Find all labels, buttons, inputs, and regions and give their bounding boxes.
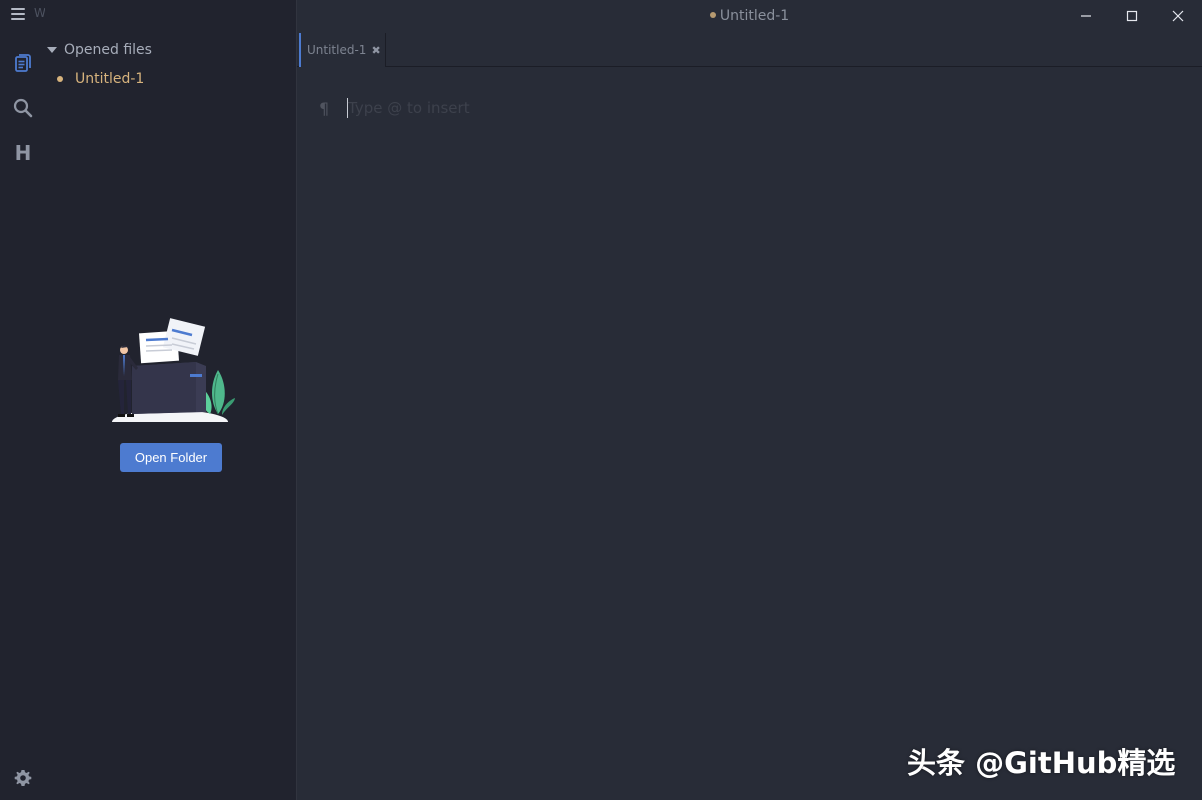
maximize-icon[interactable] — [1121, 5, 1143, 27]
opened-file-item[interactable]: Untitled-1 — [57, 69, 144, 89]
open-folder-button[interactable]: Open Folder — [120, 443, 222, 472]
editor-placeholder: Type @ to insert — [348, 99, 470, 117]
sidebar: Opened files Untitled-1 Open Folder — [45, 0, 297, 800]
opened-files-header[interactable]: Opened files — [47, 40, 152, 60]
watermark: 头条 @GitHub精选 — [907, 746, 1176, 780]
unsaved-dot — [57, 76, 63, 82]
settings-icon[interactable] — [13, 768, 33, 788]
window-title-text: Untitled-1 — [719, 8, 790, 24]
paragraph-mark-icon[interactable]: ¶ — [319, 99, 329, 118]
close-icon[interactable] — [1167, 5, 1189, 27]
empty-folder-illustration — [110, 318, 235, 434]
tab-close-icon[interactable]: ✖ — [371, 45, 380, 56]
collapse-triangle-icon — [47, 47, 57, 53]
editor-area[interactable]: ¶ Type @ to insert — [298, 68, 1202, 800]
tab-label: Untitled-1 — [307, 43, 367, 57]
opened-files-label: Opened files — [64, 42, 152, 58]
files-icon[interactable] — [12, 52, 34, 74]
search-icon[interactable] — [12, 97, 34, 119]
tab-bar: Untitled-1 ✖ — [297, 33, 1202, 67]
tab-untitled-1[interactable]: Untitled-1 ✖ — [299, 33, 386, 67]
toc-icon[interactable]: H — [12, 142, 34, 164]
menu-icon[interactable] — [11, 8, 25, 20]
opened-file-name: Untitled-1 — [75, 71, 145, 87]
window-title: Untitled-1 — [297, 8, 1202, 24]
minimize-icon[interactable] — [1075, 5, 1097, 27]
activity-bar: W 0 H — [0, 0, 57, 800]
title-bar: Untitled-1 — [297, 0, 1202, 33]
unsaved-dot — [709, 12, 716, 18]
